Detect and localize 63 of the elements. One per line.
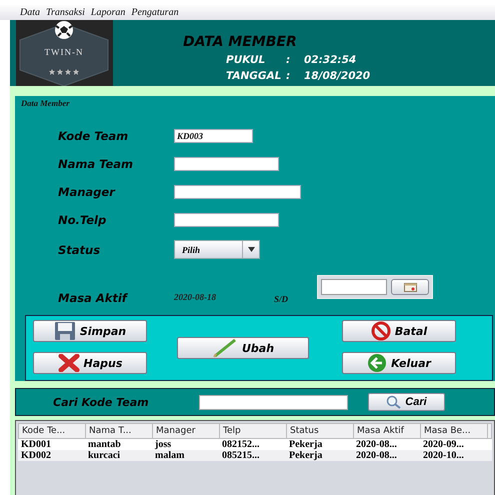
table-cell-text: 085215... [221,450,260,461]
field-label: Manager [58,185,116,199]
logo-drawing: TWIN-N [16,20,113,86]
table-cell-text: 2020-08... [355,439,398,450]
page-title: DATA MEMBER [183,34,297,50]
table-cell-text: kurcaci [87,450,122,461]
field-label: No.Telp [58,213,108,227]
table-cell-text: 2020-09... [422,439,465,450]
table-cell-text: mantab [87,439,122,450]
calendar-icon [404,282,416,292]
table-cell-text: KD001 [20,439,52,450]
column-header[interactable]: Manager [153,424,220,438]
search-button[interactable]: Cari [368,393,445,411]
table-cell-text: Pekerja [288,439,324,450]
separator-label: S/D [274,294,290,304]
date-label: TANGGAL [226,69,282,84]
column-header[interactable]: Nama T... [86,424,153,438]
input-field[interactable]: KD003 [174,129,253,143]
field-label: Nama Team [58,157,134,171]
dropdown-arrow-icon [248,247,254,252]
menu-item[interactable]: Data [20,6,40,18]
input-field[interactable] [174,157,279,171]
action-button[interactable]: Batal [342,320,456,342]
action-button[interactable]: Ubah [177,337,309,359]
search-field[interactable] [199,394,348,410]
table-cell-text: KD002 [20,450,52,461]
time-value: 02:32:54 [304,53,358,68]
search-icon [386,395,402,409]
column-header[interactable]: Masa Be... [421,424,488,438]
column-header[interactable]: Status [287,424,354,438]
table-cell-text: malam [154,450,186,461]
table-cell-text: 082152... [221,439,260,450]
time-label: PUKUL [226,53,266,68]
input-field[interactable] [174,185,301,199]
menu-item[interactable]: Pengaturan [131,6,179,18]
menu-item[interactable]: Laporan [90,6,126,18]
prohibited-icon [370,321,391,341]
pencil-icon [212,338,238,358]
end-date-field[interactable] [321,279,387,295]
field-label: Status [58,242,102,256]
table-cell-text: 2020-08... [355,450,398,461]
field-label: Masa Aktif [58,291,129,305]
column-header[interactable]: Telp [220,424,287,438]
field-label: Kode Team [58,129,130,143]
action-button[interactable]: Hapus [33,352,147,374]
colon: : [285,53,292,68]
menu-item[interactable]: Transaksi [46,6,85,18]
status-dropdown[interactable]: Pilih [174,240,260,259]
input-field[interactable] [174,213,279,227]
calendar-button[interactable] [391,279,429,295]
table-cell-text: Pekerja [288,450,324,461]
column-header[interactable]: Masa Aktif [354,424,421,438]
table-cell-text: 2020-10... [422,450,465,461]
search-label: Cari Kode Team [53,396,150,408]
action-button[interactable]: Simpan [33,320,147,342]
panel-title: Data Member [21,98,70,108]
date-value: 18/08/2020 [304,69,370,84]
action-button[interactable]: Keluar [342,352,456,374]
colon: : [285,69,292,84]
column-header[interactable]: Kode Te... [19,424,86,438]
start-date: 2020-08-18 [174,292,217,302]
delete-icon [58,354,80,372]
table-cell-text: joss [154,439,172,450]
